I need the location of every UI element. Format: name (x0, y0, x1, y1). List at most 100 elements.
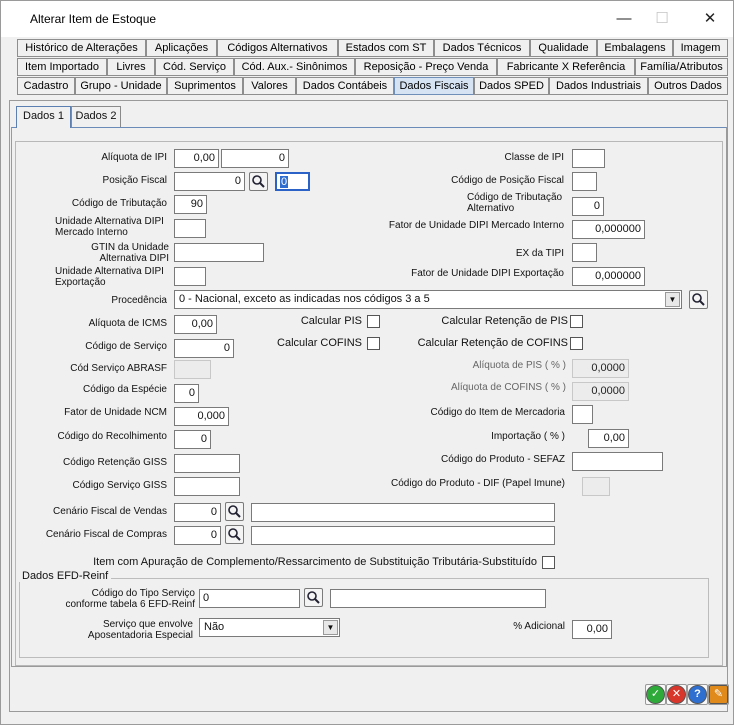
codigo-servico-input[interactable]: 0 (174, 339, 234, 358)
posicao-fiscal-search-button[interactable] (249, 172, 268, 191)
servico-aposentadoria-select[interactable]: Não ▼ (199, 618, 340, 637)
codigo-produto-sefaz-input[interactable] (572, 452, 663, 471)
tab-outros-dados[interactable]: Outros Dados (648, 77, 728, 95)
calcular-retencao-pis-checkbox[interactable] (570, 315, 583, 328)
cenario-compras-input[interactable]: 0 (174, 526, 221, 545)
tab-dados-industriais[interactable]: Dados Industriais (549, 77, 648, 95)
tab-cod-servico[interactable]: Cód. Serviço (155, 58, 234, 76)
adicional-input[interactable]: 0,00 (572, 620, 612, 639)
codigo-item-mercadoria-label: Código do Item de Mercadoria (430, 407, 565, 418)
codigo-tributacao-alternativo-input[interactable]: 0 (572, 197, 604, 216)
codigo-posicao-fiscal-label: Código de Posição Fiscal (451, 175, 564, 186)
tab-cadastro[interactable]: Cadastro (17, 77, 75, 95)
ok-button[interactable]: ✓ (645, 684, 666, 705)
tab-estados-st[interactable]: Estados com ST (338, 39, 434, 57)
check-icon: ✓ (646, 685, 665, 704)
tab-imagem[interactable]: Imagem (673, 39, 728, 57)
fator-ncm-label: Fator de Unidade NCM (64, 407, 167, 418)
cenario-vendas-input[interactable]: 0 (174, 503, 221, 522)
tab-dados-fiscais[interactable]: Dados Fiscais (394, 77, 474, 95)
close-button[interactable]: ✕ (691, 6, 729, 32)
tab-cod-aux-sinonimos[interactable]: Cód. Aux.- Sinônimos (234, 58, 355, 76)
codigo-retencao-giss-input[interactable] (174, 454, 240, 473)
servico-aposentadoria-label: Serviço que envolve Aposentadoria Especi… (87, 619, 193, 641)
cancel-button[interactable]: ✕ (666, 684, 687, 705)
calcular-pis-checkbox[interactable] (367, 315, 380, 328)
cenario-compras-label: Cenário Fiscal de Compras (45, 529, 167, 540)
tab-item-importado[interactable]: Item Importado (17, 58, 107, 76)
codigo-especie-input[interactable]: 0 (174, 384, 199, 403)
aliquota-icms-input[interactable]: 0,00 (174, 315, 217, 334)
tab-historico-alteracoes[interactable]: Histórico de Alterações (17, 39, 146, 57)
unidade-alt-dipi-mi-label: Unidade Alternativa DIPI Mercado Interno (55, 216, 164, 238)
unidade-alt-dipi-exp-input[interactable] (174, 267, 206, 286)
tab-codigos-alternativos[interactable]: Códigos Alternativos (217, 39, 338, 57)
tab-familia-atributos[interactable]: Família/Atributos (635, 58, 728, 76)
cenario-vendas-description (251, 503, 555, 522)
cenario-compras-search-button[interactable] (225, 525, 244, 544)
unidade-alt-dipi-mi-input[interactable] (174, 219, 206, 238)
subtab-dados-2[interactable]: Dados 2 (71, 106, 121, 127)
tab-dados-tecnicos[interactable]: Dados Técnicos (434, 39, 530, 57)
fator-dipi-mi-label: Fator de Unidade DIPI Mercado Interno (388, 220, 564, 231)
search-icon (252, 175, 265, 188)
calcular-cofins-label: Calcular COFINS (277, 337, 362, 349)
tools-button[interactable]: ✎ (708, 684, 729, 705)
tab-aplicacoes[interactable]: Aplicações (146, 39, 217, 57)
aliquota-cofins-label: Alíquota de COFINS ( % ) (450, 382, 566, 393)
posicao-fiscal-digit-input[interactable]: 0 (275, 172, 310, 191)
aliquota-cofins-input: 0,0000 (572, 382, 629, 401)
ex-tipi-label: EX da TIPI (515, 248, 564, 259)
tab-suprimentos[interactable]: Suprimentos (167, 77, 243, 95)
title-bar: Alterar Item de Estoque — ☐ ✕ (1, 1, 733, 37)
aliquota-ipi-input[interactable]: 0,00 (174, 149, 219, 168)
gtin-input[interactable] (174, 243, 264, 262)
subtab-dados-1[interactable]: Dados 1 (16, 106, 71, 128)
fator-dipi-exp-input[interactable]: 0,000000 (572, 267, 645, 286)
fator-ncm-input[interactable]: 0,000 (174, 407, 229, 426)
calcular-retencao-cofins-label: Calcular Retenção de COFINS (417, 337, 568, 349)
minimize-button[interactable]: — (605, 6, 643, 32)
tab-embalagens[interactable]: Embalagens (597, 39, 673, 57)
search-icon (307, 591, 320, 604)
tab-valores[interactable]: Valores (243, 77, 296, 95)
calcular-pis-label: Calcular PIS (300, 315, 362, 327)
aliquota-icms-label: Alíquota de ICMS (88, 318, 167, 329)
codigo-recolhimento-input[interactable]: 0 (174, 430, 211, 449)
tab-dados-contabeis[interactable]: Dados Contábeis (296, 77, 394, 95)
tipo-servico-input[interactable]: 0 (199, 589, 300, 608)
aliquota-pis-input: 0,0000 (572, 359, 629, 378)
unidade-alt-dipi-exp-label: Unidade Alternativa DIPI Exportação (55, 266, 164, 288)
tipo-servico-search-button[interactable] (304, 588, 323, 607)
importacao-label: Importação ( % ) (491, 431, 565, 442)
wrench-icon: ✎ (709, 685, 728, 704)
aliquota-pis-label: Alíquota de PIS ( % ) (472, 360, 566, 371)
tab-reposicao-preco-venda[interactable]: Reposição - Preço Venda (355, 58, 497, 76)
window-title: Alterar Item de Estoque (30, 12, 157, 26)
classe-ipi-input[interactable] (572, 149, 605, 168)
aliquota-ipi-secondary-input[interactable]: 0 (221, 149, 289, 168)
procedencia-search-button[interactable] (689, 290, 708, 309)
codigo-posicao-fiscal-input[interactable] (572, 172, 597, 191)
ex-tipi-input[interactable] (572, 243, 597, 262)
cenario-vendas-search-button[interactable] (225, 502, 244, 521)
help-button[interactable]: ? (687, 684, 708, 705)
codigo-tributacao-input[interactable]: 90 (174, 195, 207, 214)
fator-dipi-mi-input[interactable]: 0,000000 (572, 220, 645, 239)
item-apuracao-checkbox[interactable] (542, 556, 555, 569)
codigo-item-mercadoria-input[interactable] (572, 405, 593, 424)
procedencia-select[interactable]: 0 - Nacional, exceto as indicadas nos có… (174, 290, 682, 309)
importacao-input[interactable]: 0,00 (588, 429, 629, 448)
tab-dados-sped[interactable]: Dados SPED (474, 77, 549, 95)
codigo-servico-giss-input[interactable] (174, 477, 240, 496)
codigo-servico-label: Código de Serviço (85, 341, 167, 352)
tab-qualidade[interactable]: Qualidade (530, 39, 597, 57)
posicao-fiscal-input[interactable]: 0 (174, 172, 245, 191)
calcular-cofins-checkbox[interactable] (367, 337, 380, 350)
tab-grupo-unidade[interactable]: Grupo - Unidade (75, 77, 167, 95)
tab-livres[interactable]: Livres (107, 58, 155, 76)
tab-fabricante-referencia[interactable]: Fabricante X Referência (497, 58, 635, 76)
calcular-retencao-pis-label: Calcular Retenção de PIS (441, 315, 568, 327)
procedencia-select-value: 0 - Nacional, exceto as indicadas nos có… (179, 293, 430, 305)
calcular-retencao-cofins-checkbox[interactable] (570, 337, 583, 350)
